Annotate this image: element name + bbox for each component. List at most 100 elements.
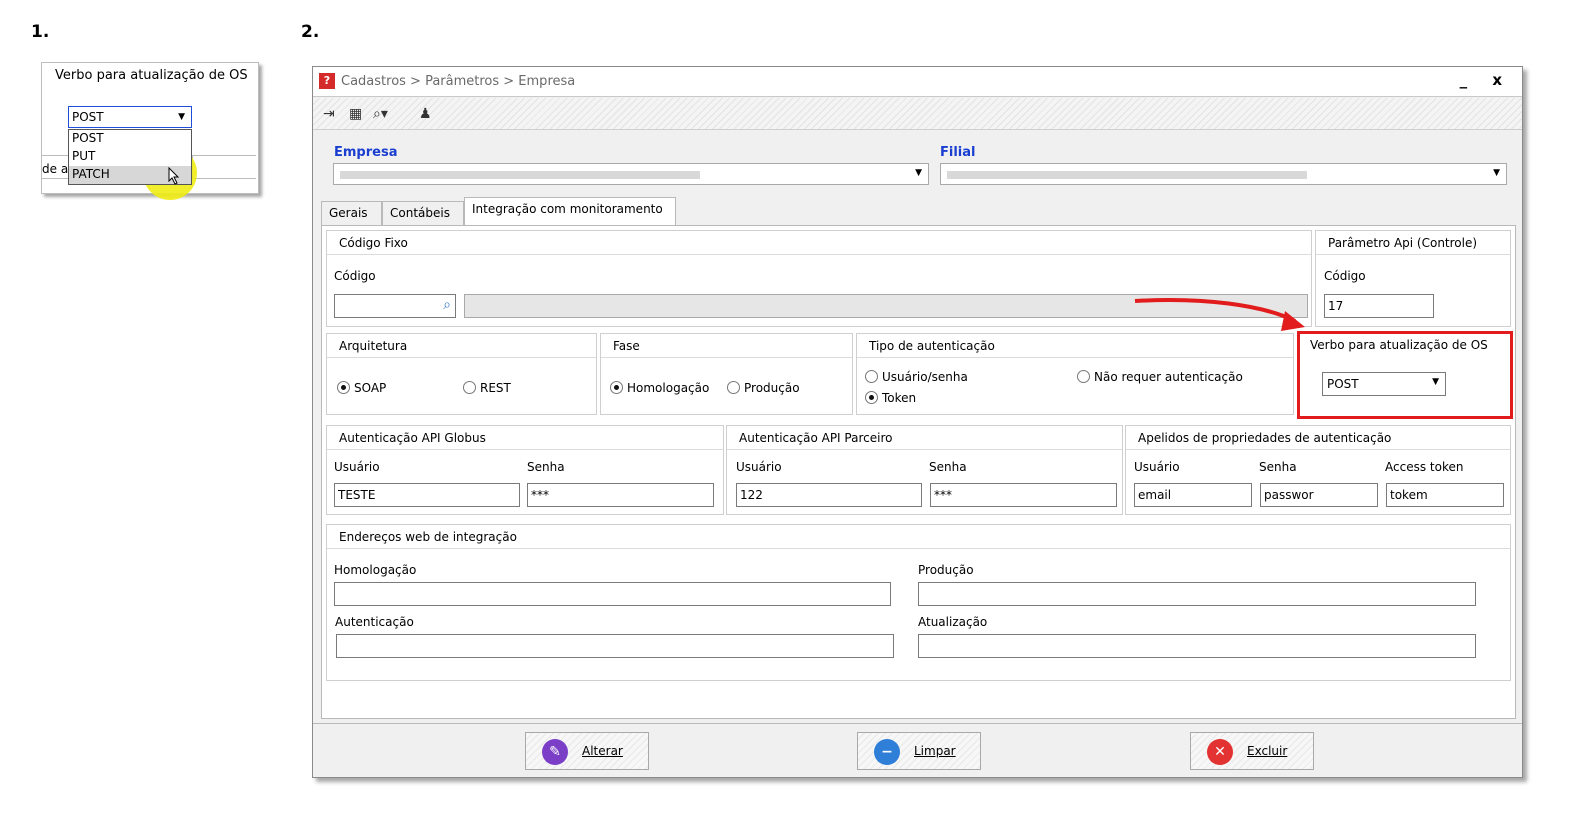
radio-homologacao[interactable]: Homologação: [610, 381, 709, 395]
excluir-button[interactable]: ✕ Excluir: [1190, 732, 1314, 770]
filial-label: Filial: [940, 145, 976, 160]
apelidos-title: Apelidos de propriedades de autenticação: [1126, 426, 1510, 450]
tab-gerais[interactable]: Gerais: [321, 201, 382, 225]
verbo-highlight-box: Verbo para atualização de OS POST ▼: [1297, 331, 1513, 419]
homologacao-label: Homologação: [334, 563, 417, 577]
chevron-down-icon: ▼: [1432, 377, 1439, 387]
verbo-select[interactable]: POST ▼: [1322, 372, 1446, 396]
footer-bar: ✎ Alterar − Limpar ✕ Excluir: [313, 723, 1522, 777]
dropdown-detail-panel: Verbo para atualização de OS de au POST …: [41, 62, 259, 200]
apelidos-user-input[interactable]: email: [1134, 483, 1252, 507]
radio-dot: [727, 381, 740, 394]
red-arrow-annotation: [1134, 297, 1305, 331]
filial-blurred-value: [947, 171, 1307, 179]
fase-title: Fase: [601, 334, 852, 358]
minus-icon: −: [874, 739, 900, 765]
api-globus-title: Autenticação API Globus: [327, 426, 723, 450]
window-titlebar: ? Cadastros > Parâmetros > Empresa _ x: [313, 67, 1522, 97]
autenticacao-label: Autenticação: [335, 615, 414, 629]
app-logo-icon: ?: [319, 73, 335, 89]
step-1-number: 1.: [31, 22, 50, 42]
api-parceiro-group: Autenticação API Parceiro Usuário Senha …: [726, 425, 1123, 515]
excluir-label: Excluir: [1247, 744, 1288, 758]
apelidos-pass-label: Senha: [1259, 460, 1297, 474]
tab-content-integracao: Código Fixo Código ⌕ Parâmetro Api (Cont…: [321, 225, 1516, 719]
option-put[interactable]: PUT: [69, 148, 191, 166]
apelidos-token-input[interactable]: tokem: [1386, 483, 1504, 507]
radio-nao-requer[interactable]: Não requer autenticação: [1077, 370, 1243, 384]
keyboard-icon[interactable]: ▦: [349, 106, 367, 122]
homologacao-url-input[interactable]: [334, 582, 891, 606]
api-globus-user-input[interactable]: TESTE: [334, 483, 520, 507]
atualizacao-url-input[interactable]: [918, 634, 1476, 658]
step-2-number: 2.: [301, 22, 320, 42]
verb-select-value: POST: [72, 110, 104, 124]
apelidos-user-label: Usuário: [1134, 460, 1180, 474]
parametro-api-title: Parâmetro Api (Controle): [1316, 231, 1510, 255]
empresa-blurred-value: [340, 171, 700, 179]
chevron-down-icon: ▼: [1493, 168, 1500, 178]
arquitetura-title: Arquitetura: [327, 334, 596, 358]
empresa-select[interactable]: ▼: [333, 163, 929, 185]
api-parceiro-user-input[interactable]: 122: [736, 483, 922, 507]
codigo-fixo-input[interactable]: ⌕: [334, 294, 456, 318]
api-parceiro-title: Autenticação API Parceiro: [727, 426, 1122, 450]
api-parceiro-pass-input[interactable]: ***: [930, 483, 1117, 507]
codigo-fixo-title: Código Fixo: [327, 231, 1311, 255]
delete-icon: ✕: [1207, 739, 1233, 765]
panel1-title: Verbo para atualização de OS: [55, 68, 248, 83]
producao-url-input[interactable]: [918, 582, 1476, 606]
limpar-label: Limpar: [914, 744, 956, 758]
tab-integracao[interactable]: Integração com monitoramento: [464, 197, 676, 226]
api-globus-group: Autenticação API Globus Usuário Senha TE…: [326, 425, 724, 515]
enderecos-group: Endereços web de integração Homologação …: [326, 524, 1511, 681]
pencil-icon: ✎: [542, 739, 568, 765]
empresa-label: Empresa: [334, 145, 398, 160]
alterar-label: Alterar: [582, 744, 623, 758]
filial-select[interactable]: ▼: [940, 163, 1507, 185]
verbo-select-value: POST: [1327, 377, 1359, 391]
radio-dot: [337, 381, 350, 394]
autenticacao-url-input[interactable]: [336, 634, 894, 658]
verb-select-open[interactable]: POST ▼: [68, 106, 192, 128]
verbo-title: Verbo para atualização de OS: [1310, 338, 1488, 352]
api-globus-pass-input[interactable]: ***: [527, 483, 714, 507]
enderecos-title: Endereços web de integração: [327, 525, 1510, 549]
radio-producao[interactable]: Produção: [727, 381, 800, 395]
api-globus-user-label: Usuário: [334, 460, 380, 474]
window-title: Cadastros > Parâmetros > Empresa: [341, 74, 576, 89]
arquitetura-group: Arquitetura SOAP REST: [326, 333, 597, 415]
tab-contabeis[interactable]: Contábeis: [382, 201, 464, 225]
parametro-api-group: Parâmetro Api (Controle) Código 17: [1315, 230, 1511, 327]
exit-icon[interactable]: ⇥: [323, 106, 341, 122]
radio-usuario-senha[interactable]: Usuário/senha: [865, 370, 968, 384]
apelidos-token-label: Access token: [1385, 460, 1464, 474]
apelidos-pass-input[interactable]: passwor: [1260, 483, 1378, 507]
window-controls[interactable]: _ x: [1460, 71, 1512, 89]
atualizacao-label: Atualização: [918, 615, 988, 629]
codigo-fixo-label: Código: [334, 269, 376, 283]
mouse-pointer-icon: [168, 167, 180, 185]
fase-group: Fase Homologação Produção: [600, 333, 853, 415]
limpar-button[interactable]: − Limpar: [857, 732, 981, 770]
chevron-down-icon: ▼: [915, 168, 922, 178]
radio-soap[interactable]: SOAP: [337, 381, 386, 395]
search-icon[interactable]: ⌕: [443, 297, 451, 313]
radio-dot: [865, 391, 878, 404]
radio-dot: [610, 381, 623, 394]
apelidos-group: Apelidos de propriedades de autenticação…: [1125, 425, 1511, 515]
search-icon[interactable]: ⌕▾: [373, 106, 391, 122]
alterar-button[interactable]: ✎ Alterar: [525, 732, 649, 770]
radio-rest[interactable]: REST: [463, 381, 511, 395]
user-icon[interactable]: ♟: [419, 106, 437, 122]
parametro-api-codigo-input[interactable]: 17: [1324, 294, 1434, 318]
radio-dot: [1077, 370, 1090, 383]
api-parceiro-pass-label: Senha: [929, 460, 967, 474]
empresa-parameters-window: ? Cadastros > Parâmetros > Empresa _ x ⇥…: [312, 66, 1523, 778]
radio-token[interactable]: Token: [865, 391, 916, 405]
radio-dot: [463, 381, 476, 394]
radio-dot: [865, 370, 878, 383]
parametro-api-codigo-label: Código: [1324, 269, 1366, 283]
chevron-down-icon: ▼: [178, 112, 185, 122]
option-post[interactable]: POST: [69, 130, 191, 148]
